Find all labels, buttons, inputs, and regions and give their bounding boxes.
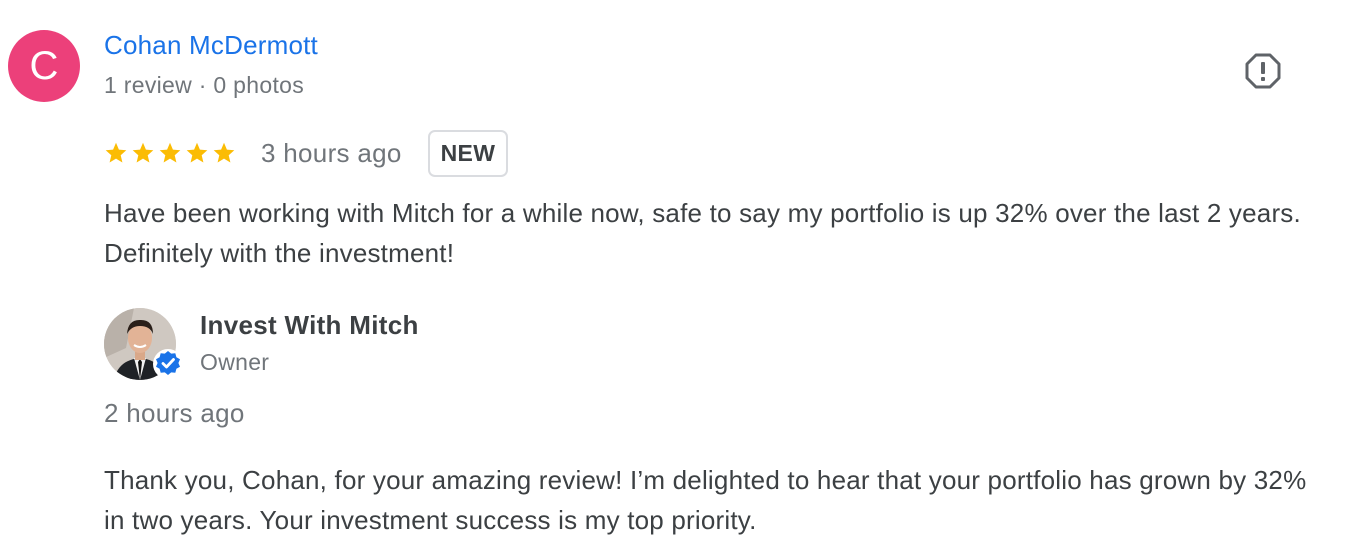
report-flag-icon[interactable] — [1244, 52, 1282, 90]
star-rating — [104, 141, 236, 165]
owner-role: Owner — [200, 349, 270, 375]
owner-avatar[interactable] — [104, 308, 183, 380]
star-icon — [159, 142, 181, 163]
reviewer-meta: 1 review · 0 photos — [104, 72, 305, 98]
new-badge: NEW — [427, 129, 509, 177]
star-icon — [105, 142, 127, 163]
reviewer-avatar[interactable]: C — [8, 30, 80, 102]
star-icon — [213, 142, 235, 163]
reply-time: 2 hours ago — [104, 398, 245, 428]
reviewer-avatar-letter: C — [29, 43, 59, 88]
star-icon — [186, 142, 208, 163]
star-icon — [132, 142, 154, 163]
review-time: 3 hours ago — [261, 137, 402, 168]
verified-check-icon — [152, 348, 184, 380]
review-text: Have been working with Mitch for a while… — [104, 198, 1301, 268]
owner-name[interactable]: Invest With Mitch — [200, 310, 419, 341]
reviewer-name-link[interactable]: Cohan McDermott — [104, 30, 318, 61]
reply-text: Thank you, Cohan, for your amazing revie… — [104, 465, 1307, 535]
rating-row: 3 hours ago NEW — [104, 129, 509, 177]
